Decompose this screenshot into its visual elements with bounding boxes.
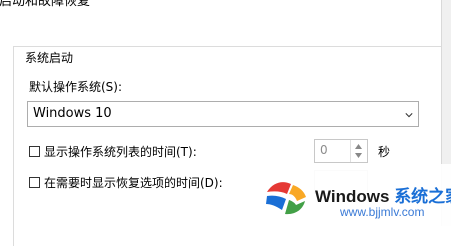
spin-arrows[interactable] [350,140,367,162]
spin-up-icon[interactable] [355,144,362,149]
chevron-down-icon [405,113,413,118]
window-title: 启动和故障恢复 [0,0,91,9]
watermark-brand: Windows 系统之家 [315,182,451,207]
show-recovery-row[interactable]: 在需要时显示恢复选项的时间(D): [29,174,223,192]
show-os-list-value: 0 [320,143,328,157]
show-recovery-label: 在需要时显示恢复选项的时间(D): [44,176,223,190]
spin-down-icon[interactable] [355,153,362,158]
watermark-url: www.bjjmlv.com [340,205,425,219]
watermark-brand-en: Windows [315,187,390,206]
watermark: Windows 系统之家 www.bjjmlv.com [252,164,451,226]
show-os-list-row[interactable]: 显示操作系统列表的时间(T): [29,143,197,161]
group-legend: 系统启动 [23,49,76,66]
default-os-select[interactable]: Windows 10 [27,101,419,127]
seconds-unit: 秒 [378,145,391,159]
windows-logo-icon [266,182,306,215]
show-os-list-checkbox[interactable] [29,146,40,157]
watermark-brand-cn: 系统之家 [394,187,451,206]
show-recovery-checkbox[interactable] [29,177,40,188]
show-os-list-seconds[interactable]: 0 [314,139,368,163]
default-os-value: Windows 10 [33,106,112,121]
default-os-label: 默认操作系统(S): [29,80,123,94]
show-os-list-label: 显示操作系统列表的时间(T): [44,145,197,159]
